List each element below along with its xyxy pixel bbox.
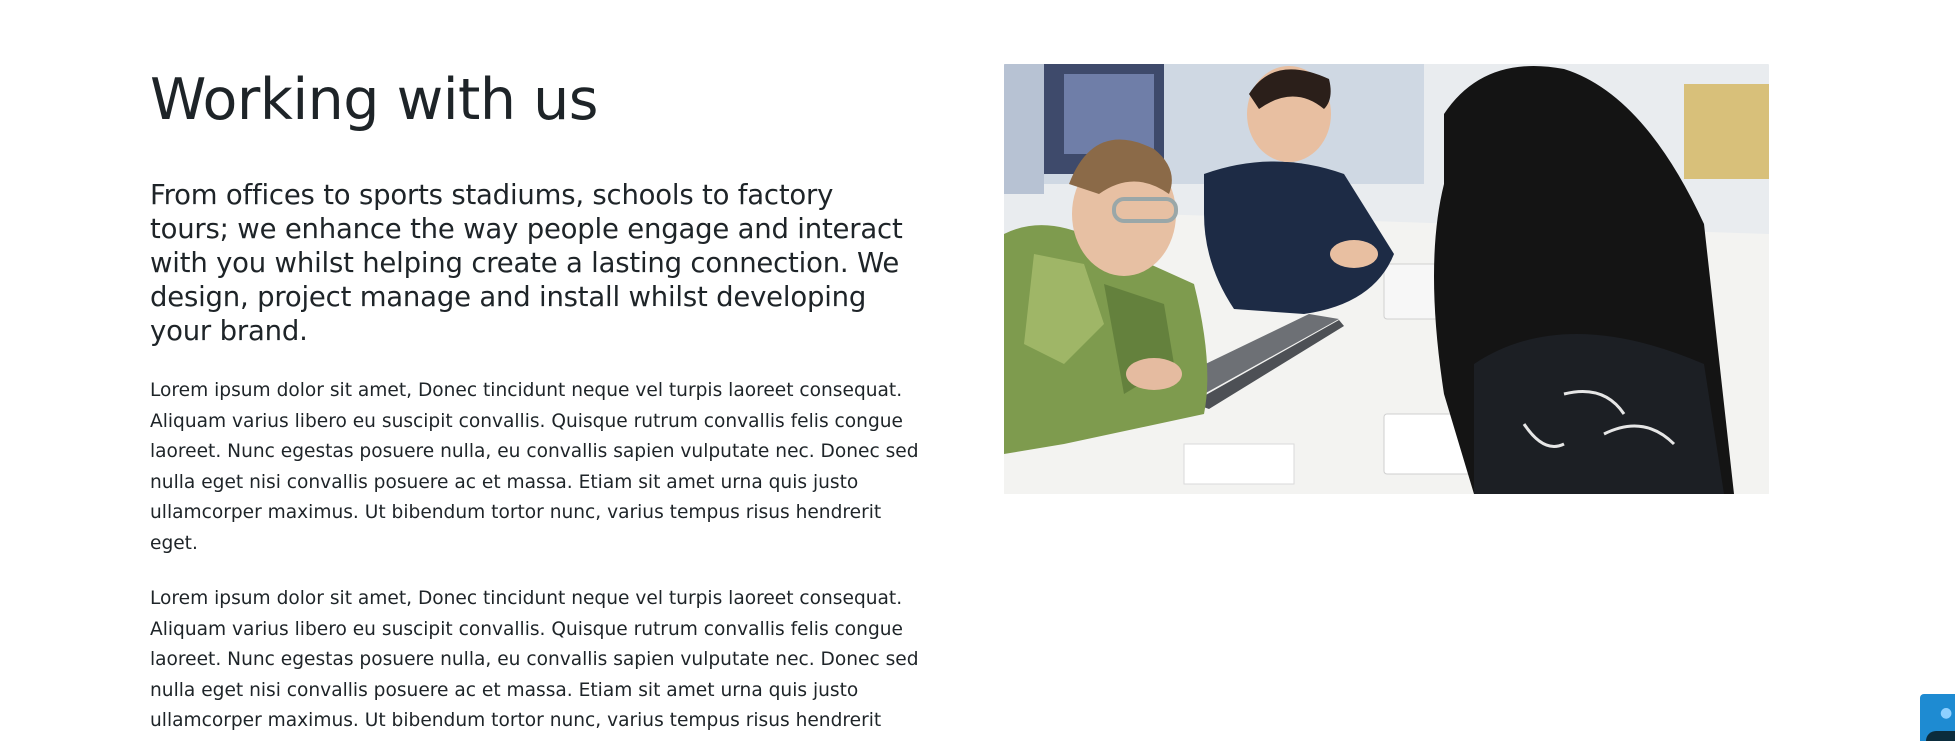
apple-icon: ● (1940, 705, 1953, 721)
team-meeting-photo (1004, 64, 1769, 494)
page-title: Working with us (150, 67, 598, 133)
lead-paragraph: From offices to sports stadiums, schools… (150, 179, 903, 347)
content-column: Working with us From offices to sports s… (150, 64, 920, 741)
body-paragraph: Lorem ipsum dolor sit amet, Donec tincid… (150, 588, 919, 741)
body-paragraph: Lorem ipsum dolor sit amet, Donec tincid… (150, 380, 919, 554)
support-widget-button[interactable]: ● (1920, 694, 1955, 741)
widget-tab (1926, 731, 1955, 741)
